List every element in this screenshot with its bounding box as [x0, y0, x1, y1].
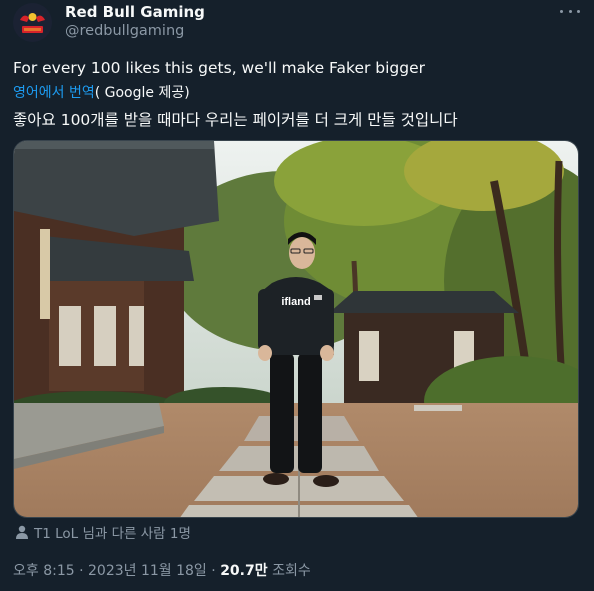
- views-count: 20.7만: [220, 563, 268, 579]
- jersey-text: ifland: [281, 296, 310, 308]
- author-handle[interactable]: @redbullgaming: [65, 23, 184, 39]
- tagged-people-text: T1 LoL 님과 다른 사람 1명: [34, 526, 191, 542]
- translated-text: 좋아요 100개를 받을 때마다 우리는 페이커를 더 크게 만들 것입니다: [13, 111, 458, 129]
- author-display-name[interactable]: Red Bull Gaming: [65, 3, 205, 21]
- more-icon[interactable]: [560, 4, 580, 18]
- tagged-people[interactable]: T1 LoL 님과 다른 사람 1명: [15, 522, 191, 542]
- tweet-meta: 오후 8:15 · 2023년 11월 18일 · 20.7만 조회수: [13, 560, 311, 580]
- translate-link[interactable]: 영어에서 번역: [13, 85, 95, 101]
- tweet-text: For every 100 likes this gets, we'll mak…: [13, 59, 426, 77]
- meta-separator: ·: [206, 563, 221, 579]
- tweet-time[interactable]: 오후 8:15: [13, 563, 75, 579]
- red-bull-logo: [13, 3, 52, 42]
- translation-notice: 영어에서 번역( Google 제공): [13, 82, 190, 102]
- views-label: 조회수: [267, 563, 311, 579]
- tweet-photo[interactable]: ifland: [13, 140, 579, 518]
- translate-provider: ( Google 제공): [94, 85, 190, 101]
- person-tag-icon: [16, 525, 28, 539]
- meta-separator: ·: [74, 563, 89, 579]
- avatar[interactable]: [13, 3, 52, 42]
- photo-illustration: ifland: [14, 141, 578, 517]
- tweet-date[interactable]: 2023년 11월 18일: [88, 563, 207, 579]
